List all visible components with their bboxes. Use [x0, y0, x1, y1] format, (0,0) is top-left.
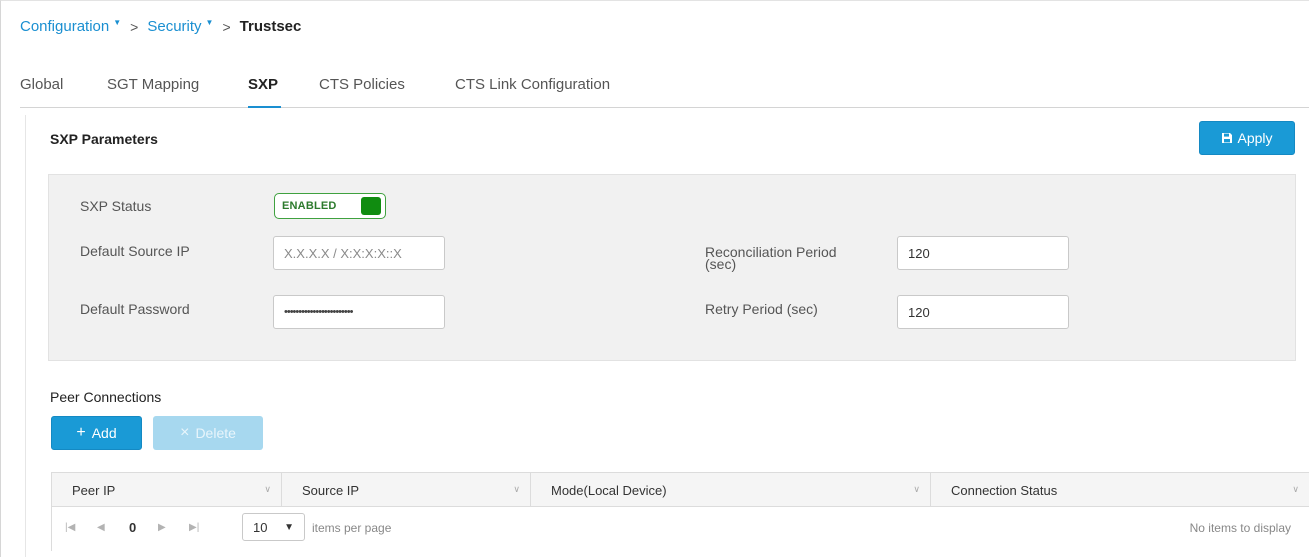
peer-connections-grid: Peer IP ∨ Source IP ∨ Mode(Local Device)… [51, 472, 1309, 551]
tab-cts-policies[interactable]: CTS Policies [319, 76, 417, 108]
breadcrumb-configuration[interactable]: Configuration [20, 18, 109, 35]
add-label: Add [91, 425, 117, 441]
column-header-source-ip[interactable]: Source IP ∨ [282, 473, 531, 507]
reconciliation-period-label: Reconciliation Period (sec) [705, 245, 837, 272]
chevron-down-icon[interactable]: ∨ [913, 484, 920, 495]
column-title: Mode(Local Device) [551, 482, 667, 498]
close-icon: × [180, 424, 190, 441]
sxp-parameters-title: SXP Parameters [50, 131, 158, 147]
apply-button[interactable]: Apply [1199, 121, 1295, 155]
default-source-ip-input[interactable] [273, 236, 445, 270]
caret-down-icon[interactable]: ▼ [206, 18, 214, 27]
save-icon [1222, 133, 1233, 143]
reconciliation-period-input[interactable] [897, 236, 1069, 270]
column-header-connection-status[interactable]: Connection Status ∨ [931, 473, 1309, 507]
previous-page-icon[interactable]: ◀ [97, 522, 105, 533]
tab-sxp[interactable]: SXP [248, 76, 281, 108]
plus-icon: + [76, 424, 86, 441]
column-header-mode[interactable]: Mode(Local Device) ∨ [531, 473, 931, 507]
next-page-icon[interactable]: ▶ [158, 522, 166, 533]
column-title: Peer IP [72, 482, 116, 498]
page-size-select[interactable]: 10 ▼ [242, 513, 305, 541]
page-size-value: 10 [253, 519, 268, 535]
tab-cts-link-configuration[interactable]: CTS Link Configuration [455, 76, 635, 108]
delete-peer-button[interactable]: × Delete [153, 416, 263, 450]
last-page-icon[interactable]: ▶| [189, 522, 199, 533]
dropdown-arrow-icon: ▼ [284, 522, 294, 533]
breadcrumb-separator: > [222, 18, 231, 35]
column-title: Source IP [302, 482, 360, 498]
delete-label: Delete [195, 425, 236, 441]
apply-label: Apply [1237, 130, 1273, 146]
chevron-down-icon[interactable]: ∨ [513, 484, 520, 495]
caret-down-icon[interactable]: ▼ [113, 18, 121, 27]
toggle-knob [361, 197, 381, 215]
no-items-message: No items to display [1189, 521, 1291, 535]
reconciliation-label-line2: (sec) [705, 256, 737, 272]
first-page-icon[interactable]: |◀ [65, 522, 75, 533]
breadcrumb: Configuration ▼ > Security ▼ > Trustsec [20, 18, 301, 35]
tab-bar: Global SGT Mapping SXP CTS Policies CTS … [20, 76, 1309, 108]
chevron-down-icon[interactable]: ∨ [264, 484, 271, 495]
column-title: Connection Status [951, 482, 1058, 498]
default-password-label: Default Password [80, 301, 190, 317]
grid-pager: |◀ ◀ 0 ▶ ▶| 10 ▼ items per page No items… [52, 507, 1309, 551]
items-per-page-label: items per page [312, 521, 392, 535]
peer-connections-title: Peer Connections [50, 389, 162, 405]
breadcrumb-current: Trustsec [239, 18, 302, 35]
toggle-state-text: ENABLED [282, 200, 337, 212]
grid-header: Peer IP ∨ Source IP ∨ Mode(Local Device)… [52, 473, 1309, 507]
chevron-down-icon[interactable]: ∨ [1292, 484, 1299, 495]
retry-period-input[interactable] [897, 295, 1069, 329]
breadcrumb-security[interactable]: Security [147, 18, 201, 35]
default-source-ip-label: Default Source IP [80, 243, 190, 259]
add-peer-button[interactable]: + Add [51, 416, 142, 450]
sxp-status-toggle[interactable]: ENABLED [274, 193, 386, 219]
tab-sgt-mapping[interactable]: SGT Mapping [107, 76, 210, 108]
sxp-status-label: SXP Status [80, 198, 152, 214]
column-header-peer-ip[interactable]: Peer IP ∨ [52, 473, 282, 507]
sxp-parameters-panel [48, 174, 1296, 361]
retry-period-label: Retry Period (sec) [705, 301, 818, 317]
breadcrumb-separator: > [130, 18, 139, 35]
default-password-input[interactable] [273, 295, 445, 329]
page-number: 0 [129, 520, 137, 535]
tab-global[interactable]: Global [20, 76, 69, 108]
